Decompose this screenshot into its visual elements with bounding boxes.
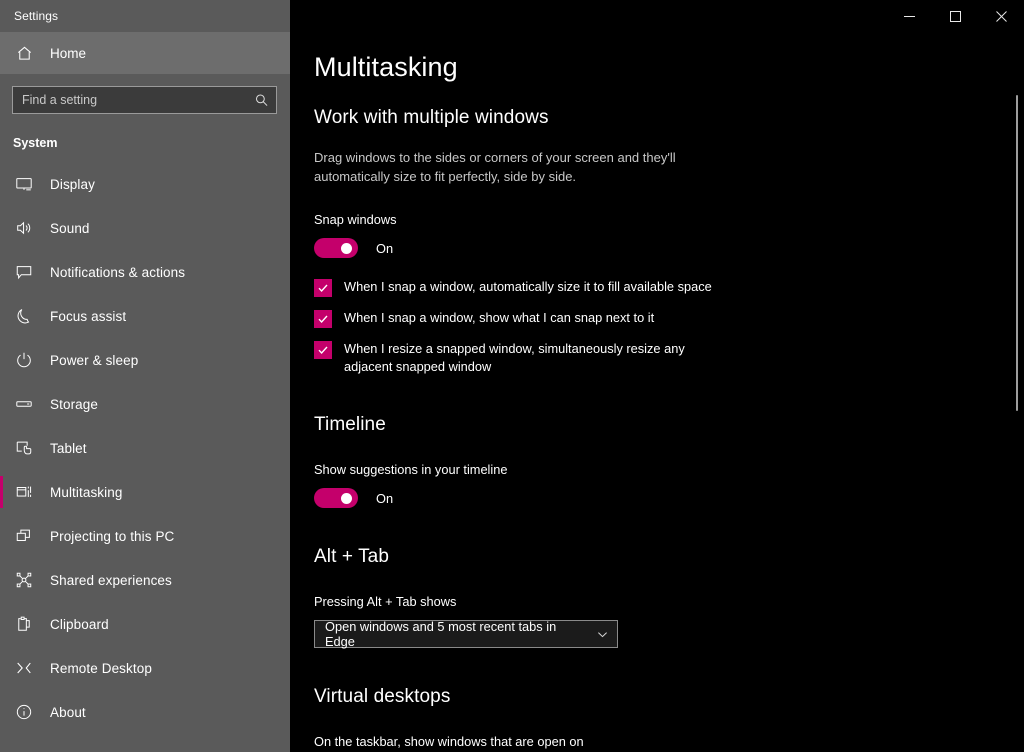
sidebar: Home System — [0, 32, 290, 752]
checkbox-label: When I resize a snapped window, simultan… — [344, 341, 685, 374]
home-label: Home — [50, 45, 87, 61]
sidebar-category-label: System — [13, 136, 58, 150]
sidebar-item-remote-desktop[interactable]: Remote Desktop — [0, 646, 290, 690]
timeline-toggle-row: On — [314, 488, 1024, 508]
title-bar-left: Settings — [0, 0, 290, 32]
search-input[interactable] — [13, 87, 276, 113]
sidebar-item-about[interactable]: About — [0, 690, 290, 734]
tablet-icon — [14, 438, 34, 458]
toggle-knob — [341, 492, 352, 504]
snap-windows-toggle-state: On — [376, 240, 394, 256]
clipboard-icon — [14, 614, 34, 634]
sidebar-item-label: Display — [50, 176, 95, 192]
remote-desktop-icon — [14, 658, 34, 678]
power-icon — [14, 350, 34, 370]
checkbox-simultaneous-resize[interactable] — [314, 341, 332, 359]
search-container — [0, 74, 290, 114]
section-heading-virtual-desktops: Virtual desktops — [314, 686, 451, 707]
virtual-desktops-label: On the taskbar, show windows that are op… — [314, 734, 584, 749]
sidebar-item-display[interactable]: Display — [0, 162, 290, 206]
sidebar-item-focus-assist[interactable]: Focus assist — [0, 294, 290, 338]
sidebar-item-label: Multitasking — [50, 484, 123, 500]
checkbox-row-show-snap-suggestions[interactable]: When I snap a window, show what I can sn… — [314, 309, 1024, 328]
alt-tab-selected-value: Open windows and 5 most recent tabs in E… — [325, 619, 557, 649]
project-screen-icon — [14, 526, 34, 546]
sidebar-item-label: Tablet — [50, 440, 87, 456]
timeline-suggestions-label: Show suggestions in your timeline — [314, 462, 508, 477]
moon-icon — [14, 306, 34, 326]
sidebar-item-multitasking[interactable]: Multitasking — [0, 470, 290, 514]
snap-windows-toggle[interactable] — [314, 238, 358, 258]
section-heading-work-with-windows: Work with multiple windows — [314, 107, 549, 128]
search-icon — [255, 94, 268, 107]
speaker-icon — [14, 218, 34, 238]
alt-tab-label: Pressing Alt + Tab shows — [314, 594, 457, 609]
sidebar-item-clipboard[interactable]: Clipboard — [0, 602, 290, 646]
section-heading-timeline: Timeline — [314, 414, 386, 435]
home-icon — [14, 43, 34, 63]
sidebar-item-label: Focus assist — [50, 308, 127, 324]
close-button[interactable] — [978, 0, 1024, 32]
sidebar-nav-list: Display Sound Notifications & actions Fo… — [0, 162, 290, 734]
checkbox-autosize[interactable] — [314, 279, 332, 297]
chevron-down-icon — [597, 629, 608, 640]
checkbox-label: When I snap a window, show what I can sn… — [344, 310, 655, 325]
section-description: Drag windows to the sides or corners of … — [314, 150, 676, 184]
window-title: Settings — [14, 9, 59, 23]
settings-window: Settings Home Find a setting System Disp… — [0, 0, 1024, 752]
page-title: Multitasking — [314, 52, 458, 82]
alt-tab-dropdown[interactable]: Open windows and 5 most recent tabs in E… — [314, 619, 618, 649]
info-icon — [14, 702, 34, 722]
sidebar-item-label: Remote Desktop — [50, 660, 152, 676]
notification-icon — [14, 262, 34, 282]
sidebar-item-label: Power & sleep — [50, 352, 139, 368]
minimize-button[interactable] — [886, 0, 932, 32]
checkbox-label: When I snap a window, automatically size… — [344, 279, 712, 294]
checkbox-show-snap-suggestions[interactable] — [314, 310, 332, 328]
search-box[interactable] — [12, 86, 277, 114]
timeline-suggestions-toggle[interactable] — [314, 488, 358, 508]
sidebar-item-tablet[interactable]: Tablet — [0, 426, 290, 470]
share-nodes-icon — [14, 570, 34, 590]
timeline-toggle-state: On — [376, 490, 394, 506]
sidebar-item-label: About — [50, 704, 86, 720]
checkbox-row-simultaneous-resize[interactable]: When I resize a snapped window, simultan… — [314, 340, 1024, 376]
snap-options-list: When I snap a window, automatically size… — [314, 278, 1024, 376]
scrollbar-thumb[interactable] — [1016, 95, 1018, 411]
sidebar-item-power-sleep[interactable]: Power & sleep — [0, 338, 290, 382]
snap-windows-label: Snap windows — [314, 212, 397, 227]
storage-icon — [14, 394, 34, 414]
main-content: Multitasking Work with multiple windows … — [290, 32, 1024, 752]
snap-windows-toggle-row: On — [314, 238, 1024, 258]
sidebar-item-label: Storage — [50, 396, 98, 412]
sidebar-item-label: Shared experiences — [50, 572, 172, 588]
sidebar-item-label: Sound — [50, 220, 90, 236]
sidebar-item-sound[interactable]: Sound — [0, 206, 290, 250]
sidebar-item-label: Notifications & actions — [50, 264, 186, 280]
sidebar-item-label: Clipboard — [50, 616, 109, 632]
sidebar-item-projecting[interactable]: Projecting to this PC — [0, 514, 290, 558]
sidebar-item-shared-experiences[interactable]: Shared experiences — [0, 558, 290, 602]
section-heading-alt-tab: Alt + Tab — [314, 546, 390, 567]
content-scrollbar[interactable] — [1010, 32, 1024, 752]
sidebar-item-home[interactable]: Home — [0, 32, 290, 74]
window-controls — [290, 0, 1024, 32]
monitor-icon — [14, 174, 34, 194]
title-bar: Settings — [0, 0, 1024, 32]
multitasking-icon — [14, 482, 34, 502]
toggle-knob — [341, 242, 352, 254]
sidebar-item-notifications[interactable]: Notifications & actions — [0, 250, 290, 294]
sidebar-item-label: Projecting to this PC — [50, 528, 175, 544]
checkbox-row-autosize[interactable]: When I snap a window, automatically size… — [314, 278, 1024, 297]
maximize-button[interactable] — [932, 0, 978, 32]
sidebar-item-storage[interactable]: Storage — [0, 382, 290, 426]
